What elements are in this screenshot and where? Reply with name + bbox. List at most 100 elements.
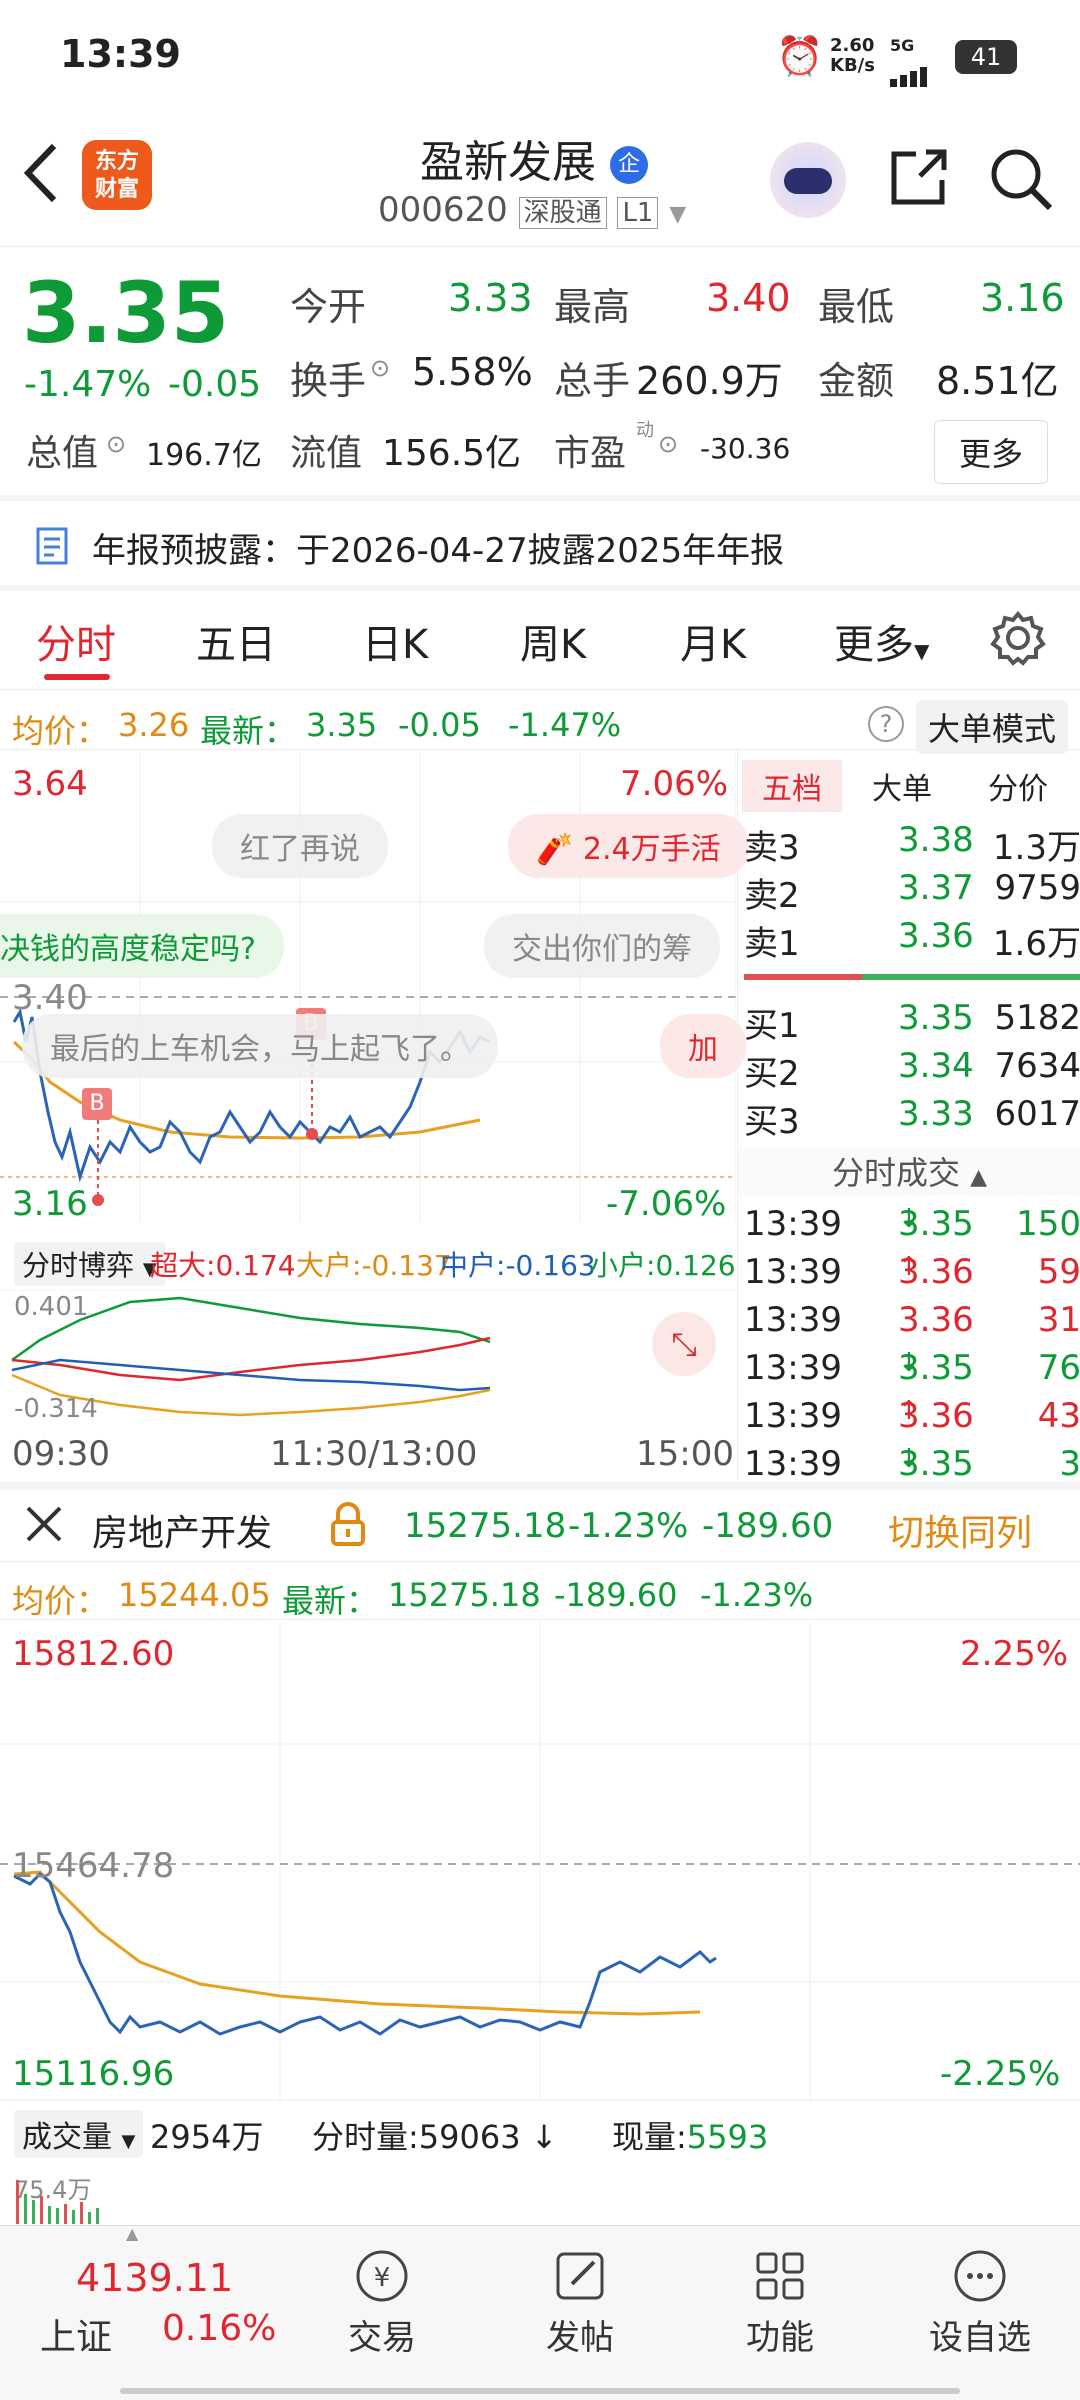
danmaku-bubble[interactable]: 🧨 2.4万手活 [508, 814, 749, 878]
chart-high-pct: 7.06% [620, 764, 729, 804]
danmaku-bubble[interactable]: 最后的上车机会，马上起飞了。 [22, 1014, 498, 1078]
sector-summary: 均价： 15244.05 最新： 15275.18 -189.60 -1.23% [0, 1566, 1080, 1620]
dropdown-icon[interactable]: ▼ [669, 202, 686, 227]
sector-chart[interactable]: 15812.60 2.25% 15464.78 15116.96 -2.25% [0, 1622, 1080, 2102]
chart-low-pct: -7.06% [606, 1184, 727, 1224]
danmaku-bubble[interactable]: 加 [660, 1014, 746, 1078]
bid-row: 买3 3.33 6017 [744, 1094, 1080, 1142]
buy-marker-icon: B [82, 1088, 112, 1120]
volume-selector[interactable]: 成交量 ▼ [14, 2110, 144, 2158]
chart-prev-close: 3.40 [12, 978, 88, 1018]
svg-text:¥: ¥ [374, 2263, 391, 2293]
battery-icon: 41 [955, 40, 1017, 74]
volume-row: 成交量 ▼ 2954万 分时量:59063 ↓ 现量:5593 [0, 2106, 1080, 2158]
robot-avatar[interactable] [770, 142, 846, 218]
share-icon[interactable] [886, 146, 950, 214]
post-edit-icon [530, 2246, 630, 2310]
tick-row: 13:39 3.36 ↑ 59 [744, 1252, 1080, 1292]
volume-chart: 75.4万 [0, 2160, 1080, 2224]
back-icon[interactable] [20, 142, 60, 208]
ask-row: 卖3 3.38 1.3万 [744, 820, 1080, 868]
danmaku-bubble[interactable]: 交出你们的筹 [484, 914, 720, 978]
bid-row: 买1 3.35 5182 [744, 998, 1080, 1046]
order-book-tabs: 五档 大单 分价 [738, 760, 1080, 812]
ask-row: 卖1 3.36 1.6万 [744, 916, 1080, 964]
tab-intraday[interactable]: 分时 [36, 612, 116, 670]
tick-row: 13:39 3.35 ↓ 150 [744, 1204, 1080, 1244]
tick-row: 13:39 3.36 31 [744, 1300, 1080, 1340]
settings-gear-icon[interactable] [990, 610, 1046, 676]
nav-trade[interactable]: ¥ 交易 [332, 2246, 432, 2359]
tag-sz-connect: 深股通 [518, 197, 607, 229]
chart-low-label: 3.16 [12, 1184, 88, 1224]
chart-high-label: 3.64 [12, 764, 88, 804]
sector-name: 房地产开发 [92, 1513, 273, 1554]
index-widget[interactable]: 4139.11 上证 0.16% [40, 2256, 276, 2376]
tab-five-day[interactable]: 五日 [196, 612, 276, 670]
status-time: 13:39 [60, 32, 181, 76]
ticks-title[interactable]: 分时成交 ▲ [738, 1148, 1080, 1196]
order-book-panel: 五档 大单 分价 卖3 3.38 1.3万 卖2 3.37 9759 卖1 3.36 1.6… [737, 748, 1080, 1484]
tick-row: 13:39 3.35 ↓ 76 [744, 1348, 1080, 1388]
tab-five-levels[interactable]: 五档 [742, 760, 842, 812]
time-axis: 09:30 11:30/13:00 15:00 [12, 1434, 734, 1474]
enterprise-badge: 企 [610, 146, 648, 184]
close-icon[interactable] [24, 1504, 64, 1553]
tab-month-k[interactable]: 月K [680, 612, 746, 670]
network-speed: 2.60 KB/s [830, 35, 875, 76]
firecracker-icon: 🧨 [536, 832, 574, 867]
help-icon[interactable]: ? [868, 706, 904, 742]
danmaku-bubble[interactable]: 红了再说 [212, 814, 388, 878]
nav-add-watchlist[interactable]: 设自选 [920, 2246, 1040, 2359]
ask-row: 卖2 3.37 9759 [744, 868, 1080, 916]
change-pct: -1.47% [24, 364, 152, 405]
stock-header: 东方 财富 盈新发展 企 000620 深股通 L1 ▼ [0, 112, 1080, 247]
tab-week-k[interactable]: 周K [520, 612, 586, 670]
document-icon [36, 527, 70, 574]
index-up-arrow-icon: ▲ [126, 2224, 139, 2243]
nav-post[interactable]: 发帖 [530, 2246, 630, 2359]
stock-name: 盈新发展 企 [420, 126, 648, 190]
tab-more[interactable]: 更多▼ [834, 612, 929, 670]
search-icon[interactable] [988, 146, 1054, 216]
divider [0, 495, 1080, 501]
change-value: -0.05 [168, 364, 262, 405]
tab-active-indicator [44, 674, 110, 680]
big-order-mode-button[interactable]: 大单模式 [916, 700, 1069, 754]
flow-selector[interactable]: 分时博弈 ▼ [14, 1242, 165, 1286]
tab-day-k[interactable]: 日K [362, 612, 428, 670]
intraday-summary: 均价： 3.26 最新： 3.35 -0.05 -1.47% ? 大单模式 [0, 698, 1080, 754]
danmaku-bubble[interactable]: 决钱的高度稳定吗? [0, 914, 284, 978]
annual-report-notice[interactable]: 年报预披露：于2026-04-27披露2025年年报 [0, 505, 1080, 585]
capital-flow-header: 分时博弈 ▼ 超大:0.174 大户:-0.137 中户:-0.163 小户:0… [0, 1236, 736, 1286]
tab-big-orders[interactable]: 大单 [872, 764, 932, 808]
intraday-chart[interactable]: 3.64 7.06% 3.40 3.16 -7.06% B B 红了再说 🧨 2… [0, 752, 749, 1224]
book-ratio-bar [744, 974, 1080, 980]
stock-code-row: 000620 深股通 L1 ▼ [378, 190, 687, 230]
switch-peer-button[interactable]: 切换同列 [888, 1504, 1032, 1556]
last-price: 3.35 [22, 264, 230, 362]
app-logo[interactable]: 东方 财富 [82, 140, 152, 210]
alarm-icon: ⏰ [776, 34, 824, 78]
functions-grid-icon [730, 2246, 830, 2310]
tab-price-levels[interactable]: 分价 [988, 764, 1048, 808]
more-dots-icon [920, 2246, 1040, 2310]
info-icon[interactable]: ⊙ [106, 430, 126, 458]
tag-l1: L1 [617, 197, 659, 229]
sector-bar: 房地产开发 15275.18 -1.23% -189.60 切换同列 [0, 1492, 1080, 1562]
nav-functions[interactable]: 功能 [730, 2246, 830, 2359]
divider [0, 1482, 1080, 1490]
info-icon[interactable]: ⊙ [658, 430, 678, 458]
period-tabs: 分时 五日 日K 周K 月K 更多▼ [0, 590, 1080, 690]
expand-icon[interactable]: ⤡ [652, 1312, 716, 1376]
status-bar: 13:39 ⏰ 2.60 KB/s 5G 41 [0, 0, 1080, 112]
scroll-indicator [120, 2388, 960, 2394]
more-button[interactable]: 更多 [934, 420, 1049, 484]
trade-icon: ¥ [332, 2246, 432, 2310]
capital-flow-chart[interactable]: 0.401 -0.314 ⤡ [0, 1289, 736, 1430]
tick-row: 13:39 3.36 ↑ 43 [744, 1396, 1080, 1436]
info-icon[interactable]: ⊙ [370, 354, 390, 382]
bid-row: 买2 3.34 7634 [744, 1046, 1080, 1094]
lock-icon[interactable] [330, 1502, 366, 1555]
bottom-nav: ▲ 4139.11 上证 0.16% ¥ 交易 发帖 功能 设自选 [0, 2224, 1080, 2400]
